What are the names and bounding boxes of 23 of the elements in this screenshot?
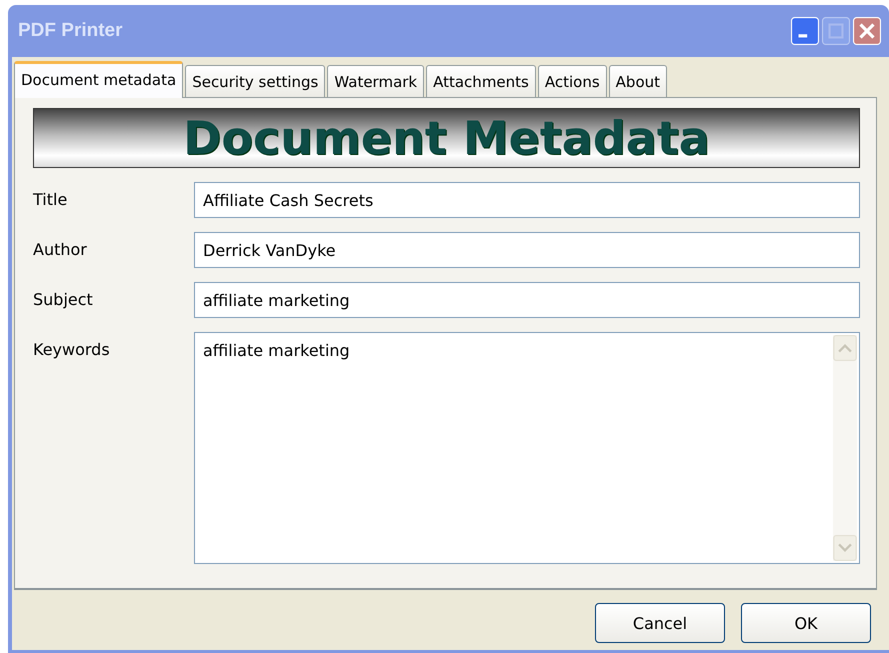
scroll-down-icon[interactable] — [833, 535, 857, 561]
input-field[interactable]: Derrick VanDyke — [194, 232, 860, 268]
field-label: Keywords — [33, 339, 111, 361]
dialog-button[interactable]: OK — [741, 603, 871, 643]
close-button[interactable] — [853, 17, 881, 45]
tab[interactable]: Actions — [538, 65, 607, 97]
tab[interactable]: Security settings — [185, 65, 326, 97]
input-field[interactable]: Affiliate Cash Secrets — [194, 182, 860, 218]
scroll-up-icon[interactable] — [833, 335, 857, 361]
input-field[interactable]: affiliate marketing — [194, 282, 860, 318]
window-title: PDF Printer — [18, 20, 123, 42]
field-label: Title — [33, 189, 68, 211]
banner-title: Document Metadata — [183, 111, 710, 165]
minimize-button[interactable] — [791, 17, 819, 45]
tab[interactable]: About — [608, 65, 668, 97]
text-area[interactable]: affiliate marketing — [194, 332, 860, 564]
field-label: Subject — [33, 289, 94, 311]
field-label: Author — [33, 239, 88, 261]
dialog-button[interactable]: Cancel — [595, 603, 725, 643]
tab[interactable]: Document metadata — [14, 61, 184, 98]
scrollbar[interactable] — [833, 335, 857, 561]
tab[interactable]: Attachments — [426, 65, 536, 97]
tab[interactable]: Watermark — [327, 65, 424, 97]
